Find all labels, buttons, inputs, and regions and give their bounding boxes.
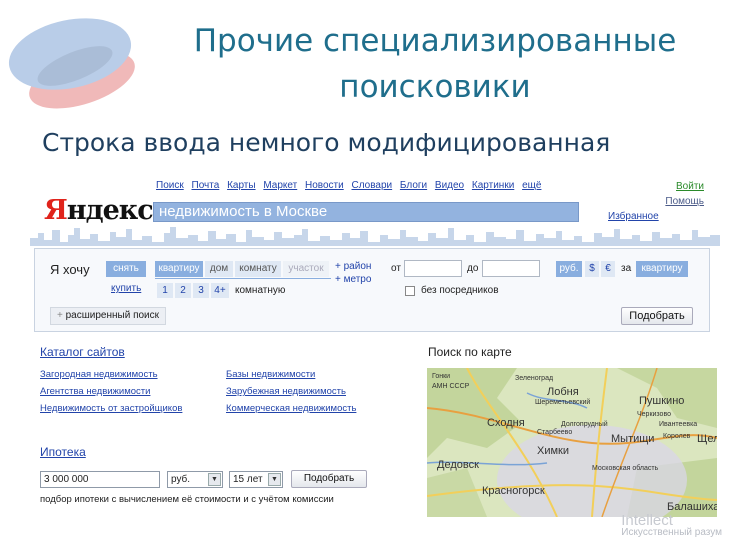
type-room[interactable]: комнату xyxy=(235,261,281,277)
map-label: Балашиха xyxy=(667,501,717,513)
catalog-link-databases[interactable]: Базы недвижимости xyxy=(226,369,315,380)
nav-dictionaries[interactable]: Словари xyxy=(352,180,393,191)
service-nav: Поиск Почта Карты Маркет Новости Словари… xyxy=(156,180,546,191)
chevron-down-icon: ▼ xyxy=(268,473,281,486)
map-label: Ивантеевка xyxy=(659,421,697,428)
map-label: Шереметьевский xyxy=(535,398,590,406)
map-label: Королев xyxy=(663,433,691,440)
slide-title: Прочие специализированные поисковики xyxy=(150,18,720,110)
nav-more[interactable]: ещё xyxy=(522,180,541,191)
rooms-4plus[interactable]: 4+ xyxy=(211,283,229,298)
mortgage-title[interactable]: Ипотека xyxy=(40,445,86,459)
plus-icon: + xyxy=(57,310,66,321)
district-link[interactable]: + район xyxy=(335,261,371,272)
search-input[interactable]: недвижимость в Москве xyxy=(153,202,579,222)
type-plot[interactable]: участок xyxy=(283,261,329,277)
login-link[interactable]: Войти xyxy=(665,179,704,194)
chevron-down-icon: ▼ xyxy=(208,473,221,486)
map-label: Московская область xyxy=(592,464,659,472)
slide-subtitle: Строка ввода немного модифицированная xyxy=(42,128,611,157)
logo-letter: Я xyxy=(44,195,68,226)
per-selector[interactable]: квартиру xyxy=(636,261,688,277)
catalog-link-foreign[interactable]: Зарубежная недвижимость xyxy=(226,386,346,397)
catalog-link-country[interactable]: Загородная недвижимость xyxy=(40,369,158,380)
no-agents-checkbox[interactable] xyxy=(405,286,415,296)
advanced-search-label: расширенный поиск xyxy=(65,310,160,321)
catalog-link-developers[interactable]: Недвижимость от застройщиков xyxy=(40,403,182,414)
map-drawing: Гонки Зеленоград АМН СССР Лобня Шереметь… xyxy=(427,368,717,517)
price-from-input[interactable] xyxy=(404,260,462,277)
map-label: Гонки xyxy=(432,373,450,380)
currency-eur[interactable]: € xyxy=(601,261,615,277)
map-label: Щел xyxy=(697,433,717,445)
type-house[interactable]: дом xyxy=(205,261,233,277)
nav-maps[interactable]: Карты xyxy=(227,180,256,191)
advanced-search-button[interactable]: + расширенный поиск xyxy=(50,307,167,325)
map-label: Лобня xyxy=(547,386,579,398)
rooms-1[interactable]: 1 xyxy=(157,283,173,298)
price-to-input[interactable] xyxy=(482,260,540,277)
map-label: Химки xyxy=(537,445,569,457)
map-label: Дедовск xyxy=(437,459,479,471)
yandex-realty-screenshot: Поиск Почта Карты Маркет Новости Словари… xyxy=(30,172,720,524)
mortgage-note: подбор ипотеки с вычислением её стоимост… xyxy=(40,494,334,505)
slide-title-line1: Прочие специализированные xyxy=(193,23,677,59)
watermark: Intellect Искусственный разум xyxy=(621,512,722,539)
mortgage-currency-select[interactable]: руб. ▼ xyxy=(167,471,223,488)
mortgage-term-select[interactable]: 15 лет ▼ xyxy=(229,471,283,488)
filter-panel: Я хочу снять купить квартиру дом комнату… xyxy=(34,248,710,332)
mortgage-amount-input[interactable]: 3 000 000 xyxy=(40,471,160,488)
map-label: Старбеево xyxy=(537,428,572,436)
mortgage-currency-value: руб. xyxy=(171,474,191,485)
watermark-line1: Intellect xyxy=(621,512,673,529)
mortgage-submit-button[interactable]: Подобрать xyxy=(291,470,367,488)
map-label: Мытищи xyxy=(611,433,654,445)
map-label: Красногорск xyxy=(482,485,545,497)
nav-news[interactable]: Новости xyxy=(305,180,344,191)
city-skyline-decoration xyxy=(30,227,720,246)
map-label: АМН СССР xyxy=(432,383,470,390)
price-from-label: от xyxy=(391,263,401,274)
currency-rub[interactable]: руб. xyxy=(556,261,582,277)
slide-title-line2: поисковики xyxy=(339,69,531,105)
catalog-link-agencies[interactable]: Агентства недвижимости xyxy=(40,386,150,397)
rooms-suffix: комнатную xyxy=(235,285,286,296)
map-label: Черкизово xyxy=(637,411,671,418)
nav-video[interactable]: Видео xyxy=(435,180,464,191)
rooms-3[interactable]: 3 xyxy=(193,283,209,298)
favorites-link[interactable]: Избранное xyxy=(608,211,659,222)
logo-word: ндекс xyxy=(66,195,154,226)
map-widget[interactable]: Гонки Зеленоград АМН СССР Лобня Шереметь… xyxy=(427,368,717,517)
price-to-label: до xyxy=(467,263,479,274)
rent-toggle[interactable]: снять xyxy=(106,261,146,277)
nav-search[interactable]: Поиск xyxy=(156,180,184,191)
want-label: Я хочу xyxy=(50,262,90,277)
catalog-link-commercial[interactable]: Коммерческая недвижимость xyxy=(226,403,356,414)
help-link[interactable]: Помощь xyxy=(665,194,704,209)
metro-link[interactable]: + метро xyxy=(335,274,371,285)
yandex-logo[interactable]: Яндекс xyxy=(44,195,154,226)
nav-mail[interactable]: Почта xyxy=(192,180,220,191)
catalog-title[interactable]: Каталог сайтов xyxy=(40,345,125,359)
no-agents-label: без посредников xyxy=(421,285,499,296)
nav-images[interactable]: Картинки xyxy=(472,180,514,191)
decorative-ellipses xyxy=(8,18,135,109)
nav-blogs[interactable]: Блоги xyxy=(400,180,427,191)
per-label: за xyxy=(621,263,632,274)
buy-toggle[interactable]: купить xyxy=(111,283,141,294)
watermark-line2: Искусственный разум xyxy=(621,527,722,538)
rooms-2[interactable]: 2 xyxy=(175,283,191,298)
filter-submit-button[interactable]: Подобрать xyxy=(621,307,693,325)
map-label: Сходня xyxy=(487,417,525,429)
type-apartment[interactable]: квартиру xyxy=(155,261,203,277)
currency-usd[interactable]: $ xyxy=(585,261,599,277)
mortgage-term-value: 15 лет xyxy=(233,474,263,485)
map-label: Долгопрудный xyxy=(561,420,608,428)
map-title: Поиск по карте xyxy=(428,345,512,359)
map-label: Пушкино xyxy=(639,395,684,407)
map-label: Зеленоград xyxy=(515,375,553,382)
login-block: Войти Помощь xyxy=(665,179,704,209)
nav-market[interactable]: Маркет xyxy=(263,180,297,191)
type-underline xyxy=(155,278,331,279)
